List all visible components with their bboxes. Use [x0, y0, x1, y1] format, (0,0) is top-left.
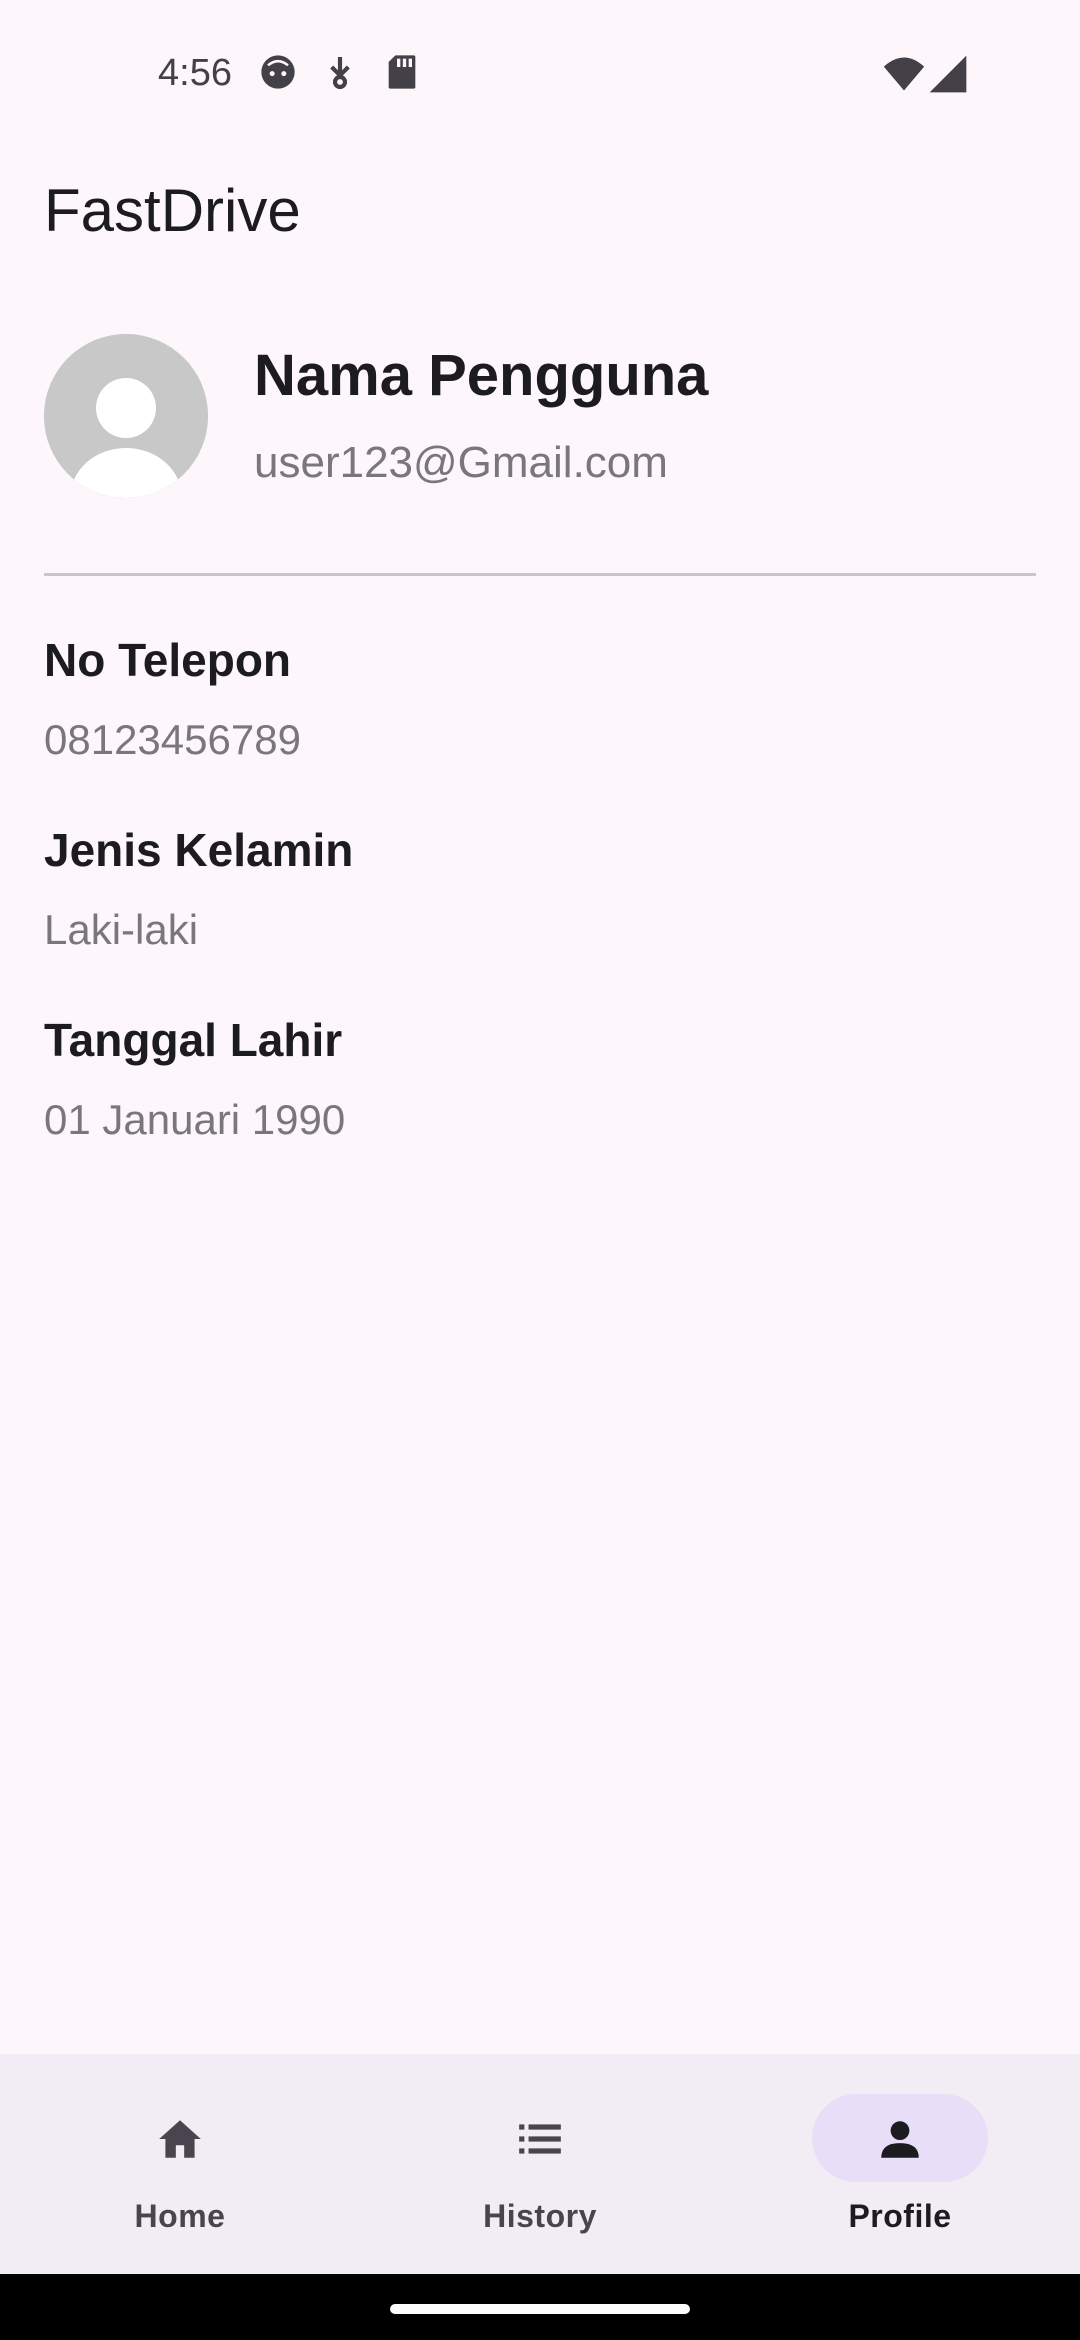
nav-item-history[interactable]: History: [360, 2054, 720, 2274]
avatar: [44, 334, 208, 498]
bottom-navigation: Home History Profile: [0, 2054, 1080, 2274]
nav-label-home: Home: [134, 2198, 226, 2234]
field-label-phone: No Telepon: [44, 634, 292, 686]
gesture-handle[interactable]: [390, 2304, 690, 2314]
system-navigation-bar: [0, 2274, 1080, 2340]
nav-item-home[interactable]: Home: [0, 2054, 360, 2274]
home-icon: [155, 2114, 205, 2164]
divider: [44, 573, 1036, 576]
status-time: 4:56: [158, 52, 232, 94]
nav-label-history: History: [483, 2198, 597, 2234]
app-title: FastDrive: [44, 177, 301, 244]
wifi-icon: [882, 52, 926, 96]
usb-debug-icon: [320, 52, 360, 92]
field-value-phone: 08123456789: [44, 716, 301, 763]
signal-icon: [926, 52, 970, 96]
sd-card-icon: [382, 52, 422, 92]
nav-item-profile[interactable]: Profile: [720, 2054, 1080, 2274]
person-placeholder-icon: [44, 334, 208, 498]
field-value-birthdate: 01 Januari 1990: [44, 1096, 346, 1143]
field-label-gender: Jenis Kelamin: [44, 824, 354, 876]
field-value-gender: Laki-laki: [44, 906, 199, 953]
status-bar: 4:56: [0, 0, 1080, 140]
nav-label-profile: Profile: [848, 2198, 952, 2234]
person-icon: [875, 2114, 925, 2164]
face-icon: [258, 52, 298, 92]
list-icon: [515, 2114, 565, 2164]
field-label-birthdate: Tanggal Lahir: [44, 1014, 343, 1066]
profile-name: Nama Pengguna: [254, 343, 709, 408]
profile-email: user123@Gmail.com: [254, 438, 668, 487]
